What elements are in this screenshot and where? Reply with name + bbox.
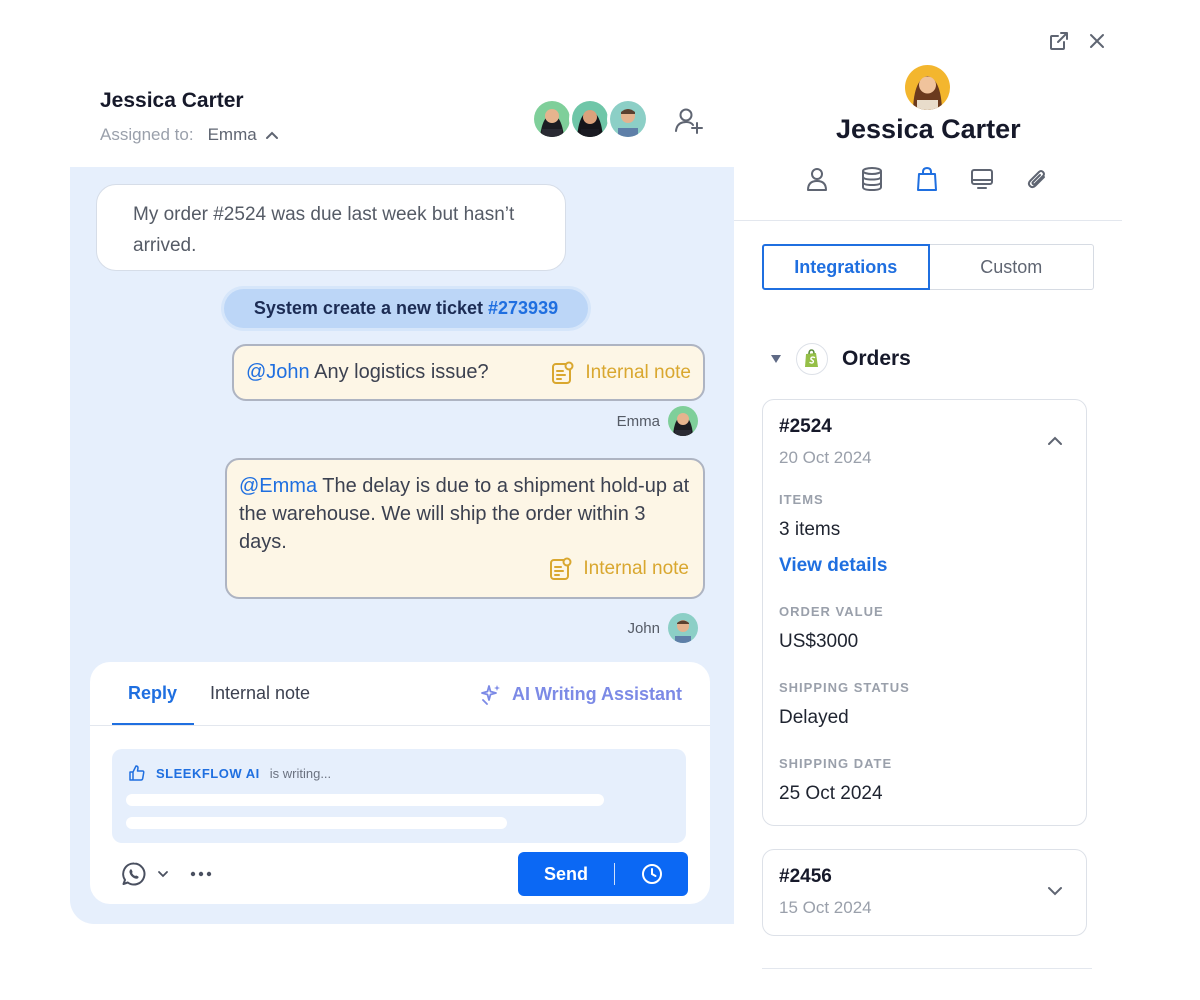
avatar bbox=[668, 406, 698, 436]
window-controls bbox=[1048, 30, 1108, 52]
participant-avatars[interactable] bbox=[531, 98, 649, 140]
internal-note-badge: Internal note bbox=[551, 361, 691, 385]
clock-icon[interactable] bbox=[615, 863, 688, 885]
ai-brand: SLEEKFLOW AI bbox=[156, 765, 260, 781]
contact-name: Jessica Carter bbox=[836, 114, 1021, 144]
tab-custom[interactable]: Custom bbox=[929, 244, 1094, 290]
caret-down-icon[interactable] bbox=[770, 354, 782, 364]
ai-writing-assistant-button[interactable]: AI Writing Assistant bbox=[480, 683, 682, 705]
conversation-title: Jessica Carter bbox=[100, 89, 244, 112]
message-sender: John bbox=[627, 613, 698, 643]
divider bbox=[90, 725, 710, 726]
whatsapp-icon bbox=[121, 861, 147, 887]
ticket-link[interactable]: #273939 bbox=[488, 298, 558, 319]
mention[interactable]: @John bbox=[246, 361, 310, 384]
monitor-icon[interactable] bbox=[970, 166, 994, 192]
tab-reply[interactable]: Reply bbox=[128, 683, 177, 704]
internal-note-label: Internal note bbox=[583, 558, 689, 579]
loading-line bbox=[126, 794, 604, 806]
bag-icon[interactable] bbox=[915, 166, 939, 192]
order-id: #2524 bbox=[779, 416, 832, 437]
assignee-selector[interactable]: Assigned to: Emma bbox=[100, 125, 279, 145]
avatar bbox=[668, 613, 698, 643]
loading-line bbox=[126, 817, 507, 829]
sender-name: John bbox=[627, 619, 660, 637]
orders-section-header[interactable]: Orders bbox=[770, 343, 911, 375]
channel-selector[interactable] bbox=[121, 861, 169, 887]
assigned-label: Assigned to: bbox=[100, 125, 194, 144]
shipping-date-label: SHIPPING DATE bbox=[779, 756, 893, 771]
order-date: 15 Oct 2024 bbox=[779, 898, 872, 917]
orders-title: Orders bbox=[842, 347, 911, 370]
contact-avatar bbox=[905, 65, 950, 110]
tab-internal-note[interactable]: Internal note bbox=[210, 683, 310, 704]
avatar[interactable] bbox=[607, 98, 649, 140]
shopify-icon bbox=[796, 343, 828, 375]
chevron-up-icon[interactable] bbox=[1046, 435, 1064, 447]
thumbs-up-icon bbox=[128, 764, 146, 782]
ai-writing-status: is writing... bbox=[269, 765, 332, 781]
order-value-label: ORDER VALUE bbox=[779, 604, 884, 619]
internal-note-label: Internal note bbox=[585, 361, 691, 383]
internal-note-message: @John Any logistics issue? Internal note bbox=[232, 344, 705, 401]
shipping-date: 25 Oct 2024 bbox=[779, 783, 883, 804]
ai-assistant-label: AI Writing Assistant bbox=[512, 683, 683, 704]
chevron-down-icon[interactable] bbox=[1046, 885, 1064, 897]
person-icon[interactable] bbox=[805, 166, 829, 192]
paperclip-icon[interactable] bbox=[1025, 166, 1049, 192]
avatar[interactable] bbox=[569, 98, 611, 140]
shipping-status: Delayed bbox=[779, 707, 849, 728]
note-icon bbox=[551, 361, 575, 385]
order-date: 20 Oct 2024 bbox=[779, 448, 872, 467]
send-label: Send bbox=[543, 863, 588, 884]
note-icon bbox=[549, 557, 573, 581]
divider bbox=[762, 968, 1092, 969]
customer-message: My order #2524 was due last week but has… bbox=[96, 184, 566, 271]
order-value: US$3000 bbox=[779, 631, 859, 652]
system-message-text: System create a new ticket bbox=[253, 298, 484, 318]
chevron-down-icon bbox=[157, 870, 169, 878]
integration-toggle: Integrations Custom bbox=[762, 244, 1094, 290]
avatar[interactable] bbox=[531, 98, 573, 140]
internal-note-badge: Internal note bbox=[549, 555, 689, 583]
note-text: Any logistics issue? bbox=[309, 361, 489, 383]
tab-integrations[interactable]: Integrations bbox=[762, 244, 930, 290]
divider bbox=[734, 220, 1122, 221]
order-card[interactable] bbox=[762, 849, 1087, 936]
ai-status: SLEEKFLOW AI is writing... bbox=[128, 764, 331, 782]
items-value: 3 items bbox=[779, 519, 841, 540]
send-button[interactable]: Send bbox=[518, 852, 688, 896]
external-link-icon[interactable] bbox=[1048, 30, 1070, 52]
sender-name: Emma bbox=[616, 412, 660, 430]
shipping-status-label: SHIPPING STATUS bbox=[779, 680, 910, 695]
profile-tabs bbox=[805, 166, 1049, 192]
mention[interactable]: @Emma bbox=[239, 475, 317, 497]
order-id: #2456 bbox=[779, 866, 832, 887]
add-user-icon[interactable] bbox=[674, 106, 704, 136]
view-details-link[interactable]: View details bbox=[779, 555, 887, 577]
internal-note-message: @Emma The delay is due to a shipment hol… bbox=[225, 458, 705, 599]
close-icon[interactable] bbox=[1086, 30, 1108, 52]
database-icon[interactable] bbox=[860, 166, 884, 192]
sparkle-icon bbox=[480, 683, 502, 705]
message-sender: Emma bbox=[617, 406, 698, 436]
more-icon[interactable] bbox=[190, 866, 212, 882]
system-ticket-message: System create a new ticket #273939 bbox=[224, 289, 588, 328]
items-label: ITEMS bbox=[779, 492, 824, 507]
assignee-name: Emma bbox=[207, 125, 257, 144]
chevron-up-icon[interactable] bbox=[265, 130, 279, 140]
